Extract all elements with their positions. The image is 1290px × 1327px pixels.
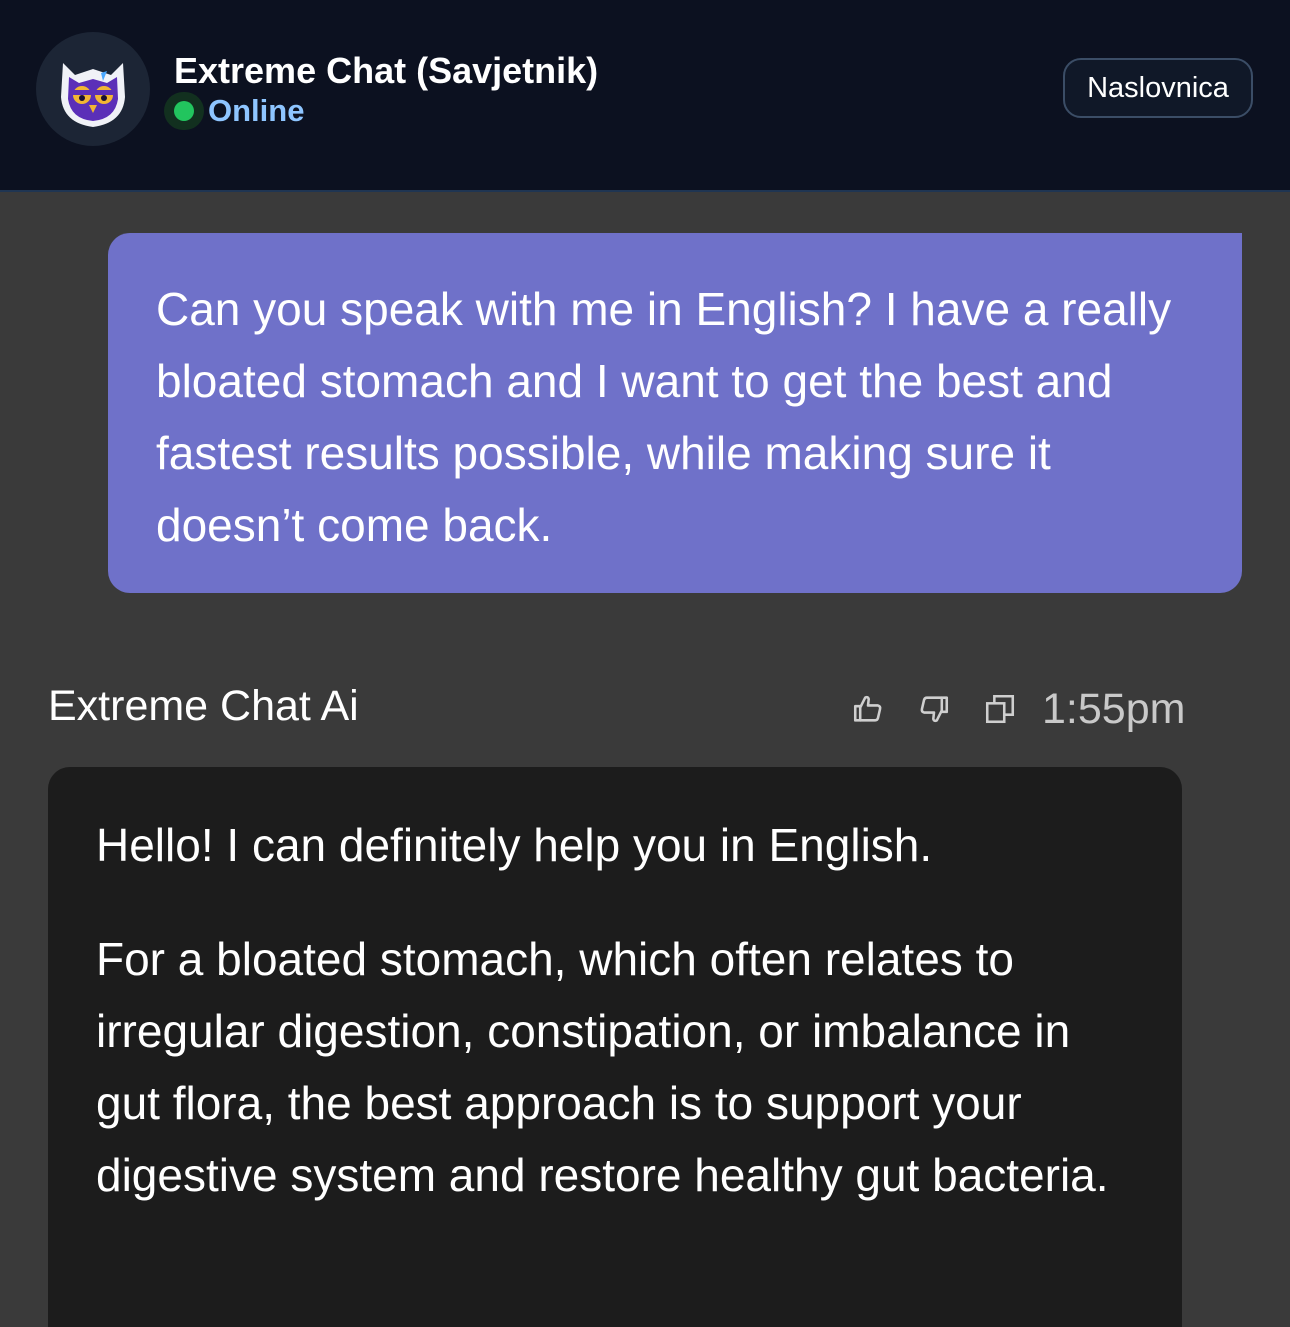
online-dot-icon <box>174 101 194 121</box>
bot-message-paragraph: For a bloated stomach, which often relat… <box>96 933 1109 1201</box>
thumbs-down-icon[interactable] <box>914 689 954 729</box>
bot-message-paragraph: Hello! I can definitely help you in Engl… <box>96 819 933 871</box>
owl-avatar-icon <box>36 32 150 146</box>
online-status: Online <box>164 92 304 130</box>
status-indicator <box>164 92 204 130</box>
chat-title: Extreme Chat (Savjetnik) <box>174 50 599 91</box>
copy-icon[interactable] <box>980 689 1020 729</box>
bot-name: Extreme Chat Ai <box>48 682 359 730</box>
message-actions: 1:55pm <box>848 684 1185 734</box>
thumbs-up-icon[interactable] <box>848 689 888 729</box>
status-label: Online <box>208 93 305 128</box>
user-message: Can you speak with me in English? I have… <box>108 233 1242 593</box>
home-button[interactable]: Naslovnica <box>1063 58 1253 118</box>
user-message-text: Can you speak with me in English? I have… <box>156 283 1172 551</box>
chat-header: Extreme Chat (Savjetnik) Online Naslovni… <box>0 0 1290 192</box>
message-timestamp: 1:55pm <box>1042 684 1186 733</box>
bot-message: Hello! I can definitely help you in Engl… <box>48 767 1182 1327</box>
